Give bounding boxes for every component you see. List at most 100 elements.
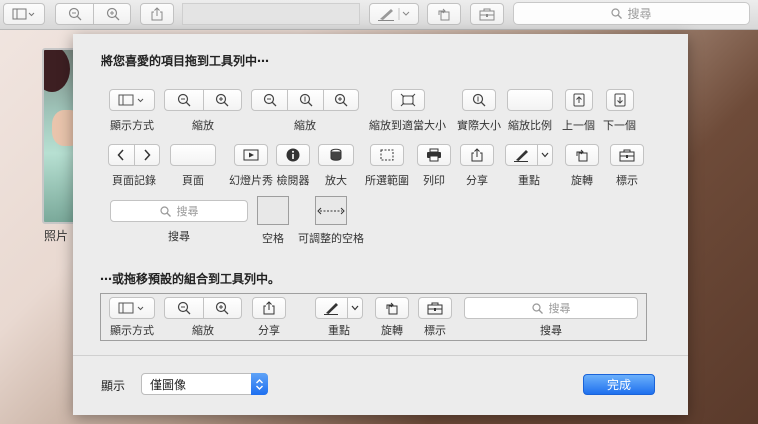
thumbnail-shape xyxy=(44,50,70,92)
next-button[interactable] xyxy=(605,89,634,111)
item-selection[interactable]: 所選範圍 xyxy=(365,144,409,188)
actual-size-icon xyxy=(299,93,312,107)
show-popup[interactable]: 僅圖像 xyxy=(141,373,268,395)
zoom-out-button[interactable] xyxy=(165,90,203,110)
item-label: 旋轉 xyxy=(381,324,403,337)
item-space[interactable]: 空格 xyxy=(257,196,289,246)
item-label: 列印 xyxy=(423,174,445,187)
zoom-in-button[interactable] xyxy=(202,90,241,110)
share-button[interactable] xyxy=(140,3,174,25)
divider xyxy=(73,355,688,356)
item-label: 顯示方式 xyxy=(110,324,154,337)
inspector-button[interactable] xyxy=(276,144,310,166)
view-menu-button[interactable] xyxy=(3,3,45,25)
actual-size-icon xyxy=(472,93,486,107)
zoom-out-button[interactable] xyxy=(56,4,94,24)
updown-chevron-icon xyxy=(256,378,263,390)
item-label: 縮放 xyxy=(294,119,316,132)
item-label: 顯示方式 xyxy=(110,119,154,132)
share-button[interactable] xyxy=(460,144,494,166)
item-previous[interactable]: 上一個 xyxy=(562,89,595,133)
item-search[interactable]: 搜尋 搜尋 xyxy=(110,200,248,244)
item-next[interactable]: 下一個 xyxy=(603,89,636,133)
item-markup[interactable]: 標示 xyxy=(610,144,644,188)
highlight-menu-button[interactable] xyxy=(536,145,552,165)
default-set-strip[interactable]: 顯示方式 縮放 分享 重點 旋轉 標示 搜尋 搜尋 xyxy=(100,293,647,341)
item-label: 幻燈片秀 xyxy=(229,174,273,187)
default-item-highlight: 重點 xyxy=(315,297,363,338)
item-scale[interactable]: 縮放比例 xyxy=(507,89,553,133)
item-view[interactable]: 顯示方式 xyxy=(109,89,155,133)
actual-size-button[interactable] xyxy=(287,90,322,110)
item-zoom-fit[interactable]: 縮放到適當大小 xyxy=(369,89,446,133)
search-field[interactable]: 搜尋 xyxy=(513,2,750,25)
item-rotate[interactable]: 旋轉 xyxy=(565,144,599,188)
share-icon xyxy=(151,7,163,21)
item-slideshow[interactable]: 幻燈片秀 xyxy=(229,144,273,188)
item-label: 重點 xyxy=(328,324,350,337)
markup-button[interactable] xyxy=(610,144,644,166)
scale-field[interactable] xyxy=(507,89,553,111)
item-label: 搜尋 xyxy=(168,230,190,243)
show-label: 顯示 xyxy=(101,379,126,393)
toolbox-icon xyxy=(427,302,443,315)
magnify-button[interactable] xyxy=(318,144,354,166)
item-inspector[interactable]: 檢閱器 xyxy=(276,144,310,188)
zoom-control xyxy=(164,297,242,319)
selection-icon xyxy=(380,149,394,161)
print-button[interactable] xyxy=(417,144,451,166)
markup-button[interactable] xyxy=(470,3,504,25)
search-icon xyxy=(159,205,171,217)
zoom-out-icon xyxy=(263,93,277,107)
item-share[interactable]: 分享 xyxy=(460,144,494,188)
item-label: 上一個 xyxy=(562,119,595,132)
actual-size-button[interactable] xyxy=(462,89,496,111)
rotate-button[interactable] xyxy=(565,144,599,166)
item-label: 實際大小 xyxy=(457,119,501,132)
zoom-out-button[interactable] xyxy=(252,90,287,110)
chevron-down-icon xyxy=(541,152,549,158)
default-item-search: 搜尋 搜尋 xyxy=(464,297,638,338)
default-item-rotate: 旋轉 xyxy=(375,297,409,338)
slideshow-button[interactable] xyxy=(234,144,268,166)
search-field[interactable]: 搜尋 xyxy=(110,200,248,222)
item-page-nav[interactable]: 頁面記錄 xyxy=(108,144,160,188)
item-label: 放大 xyxy=(325,174,347,187)
item-label: 重點 xyxy=(518,174,540,187)
highlight-button[interactable] xyxy=(369,3,419,25)
item-flex-space[interactable]: 可調整的空格 xyxy=(298,196,364,246)
show-popup-value: 僅圖像 xyxy=(150,377,187,392)
default-item-share: 分享 xyxy=(252,297,286,338)
item-print[interactable]: 列印 xyxy=(417,144,451,188)
highlight-button[interactable] xyxy=(506,145,537,165)
back-button[interactable] xyxy=(109,145,134,165)
rotate-button[interactable] xyxy=(427,3,461,25)
zoom-out-icon xyxy=(68,7,81,21)
zoom-out-icon xyxy=(177,301,191,315)
item-label: 旋轉 xyxy=(571,174,593,187)
sheet-heading-items: 將您喜愛的項目拖到工具列中⋯ xyxy=(101,54,270,68)
rotate-icon xyxy=(386,302,398,315)
zoom-out-icon xyxy=(177,93,191,107)
item-page[interactable]: 頁面 xyxy=(170,144,216,188)
item-highlight[interactable]: 重點 xyxy=(505,144,553,188)
highlight-control xyxy=(505,144,553,166)
item-actual-size[interactable]: 實際大小 xyxy=(457,89,501,133)
item-magnify[interactable]: 放大 xyxy=(318,144,354,188)
previous-button[interactable] xyxy=(564,89,593,111)
done-button[interactable]: 完成 xyxy=(583,374,655,395)
printer-icon xyxy=(427,148,441,162)
view-menu-button[interactable] xyxy=(109,89,155,111)
zoom-in-button[interactable] xyxy=(94,4,132,24)
window-toolbar: 搜尋 xyxy=(0,0,758,30)
forward-button[interactable] xyxy=(133,145,159,165)
zoom-control xyxy=(55,3,131,25)
page-field[interactable] xyxy=(170,144,216,166)
search-field: 搜尋 xyxy=(464,297,638,319)
zoom-in-icon xyxy=(216,301,229,315)
zoom-to-fit-button[interactable] xyxy=(390,89,425,111)
selection-button[interactable] xyxy=(370,144,404,166)
item-zoom[interactable]: 縮放 xyxy=(164,89,242,133)
item-zoom-triple[interactable]: 縮放 xyxy=(251,89,359,133)
zoom-in-button[interactable] xyxy=(322,90,358,110)
